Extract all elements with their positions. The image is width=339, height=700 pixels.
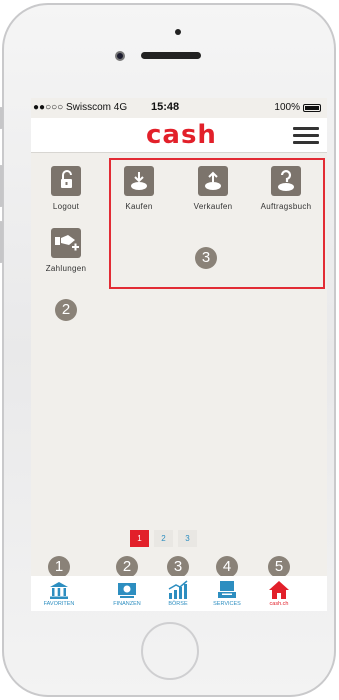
tab-services[interactable]: SERVICES — [201, 576, 253, 607]
home-button[interactable] — [141, 622, 199, 680]
bank-icon — [48, 580, 70, 600]
app-screen: ●●○○○ Swisscom 4G 15:48 100% cash Logout… — [31, 98, 327, 611]
tab-favoriten[interactable]: FAVORITEN — [33, 576, 85, 607]
clock: 15:48 — [151, 101, 180, 113]
sell-tile[interactable]: Verkaufen — [178, 166, 248, 211]
logout-tile[interactable]: Logout — [31, 166, 101, 211]
volume-down-button — [0, 221, 3, 263]
marker-5-tab: 5 — [268, 556, 290, 578]
app-header: cash — [31, 118, 327, 153]
marker-2-left: 2 — [55, 299, 77, 321]
tab-boerse[interactable]: BÖRSE — [152, 576, 204, 607]
marker-4-tab: 4 — [216, 556, 238, 578]
buy-label: Kaufen — [125, 202, 153, 211]
page-2-button[interactable]: 2 — [154, 530, 173, 547]
home-icon — [268, 580, 290, 600]
proximity-sensor — [175, 29, 181, 35]
payments-tile[interactable]: Zahlungen — [31, 228, 101, 273]
services-icon — [216, 580, 238, 600]
tab-finanzen[interactable]: FINANZEN — [101, 576, 153, 607]
orderbook-icon — [271, 166, 301, 196]
volume-up-button — [0, 165, 3, 207]
tab-boerse-label: BÖRSE — [168, 601, 188, 607]
marker-2-tab: 2 — [116, 556, 138, 578]
front-camera — [115, 51, 125, 61]
unlock-icon — [51, 166, 81, 196]
carrier-label: ●●○○○ Swisscom 4G — [33, 102, 128, 113]
orderbook-label: Auftragsbuch — [260, 202, 312, 211]
tab-cash-ch-label: cash.ch — [269, 601, 289, 607]
mute-switch — [0, 107, 3, 129]
tab-favoriten-label: FAVORITEN — [43, 601, 75, 607]
money-icon — [116, 580, 138, 600]
buy-icon — [124, 166, 154, 196]
tab-services-label: SERVICES — [213, 601, 241, 607]
tab-finanzen-label: FINANZEN — [113, 601, 141, 607]
cash-logo[interactable]: cash — [146, 120, 217, 150]
tab-cash-ch[interactable]: cash.ch — [253, 576, 305, 607]
sell-icon — [198, 166, 228, 196]
page-indicator: 1 2 3 — [130, 530, 197, 547]
payments-label: Zahlungen — [45, 264, 87, 273]
sell-label: Verkaufen — [193, 202, 233, 211]
page-1-button[interactable]: 1 — [130, 530, 149, 547]
chart-icon — [167, 580, 189, 600]
logout-label: Logout — [52, 202, 80, 211]
menu-icon[interactable] — [293, 127, 319, 145]
status-bar: ●●○○○ Swisscom 4G 15:48 100% — [31, 98, 327, 118]
orderbook-tile[interactable]: Auftragsbuch — [251, 166, 321, 211]
page-3-button[interactable]: 3 — [178, 530, 197, 547]
buy-tile[interactable]: Kaufen — [104, 166, 174, 211]
bottom-tab-bar: FAVORITEN FINANZEN BÖRSE SERVICES cash.c… — [31, 576, 327, 611]
battery-indicator: 100% — [274, 102, 321, 113]
payment-add-icon — [51, 228, 81, 258]
marker-3-tab: 3 — [167, 556, 189, 578]
marker-1-tab: 1 — [48, 556, 70, 578]
marker-3-box: 3 — [195, 247, 217, 269]
earpiece-speaker — [141, 52, 201, 59]
battery-percent: 100% — [274, 102, 300, 113]
battery-icon — [303, 103, 321, 112]
